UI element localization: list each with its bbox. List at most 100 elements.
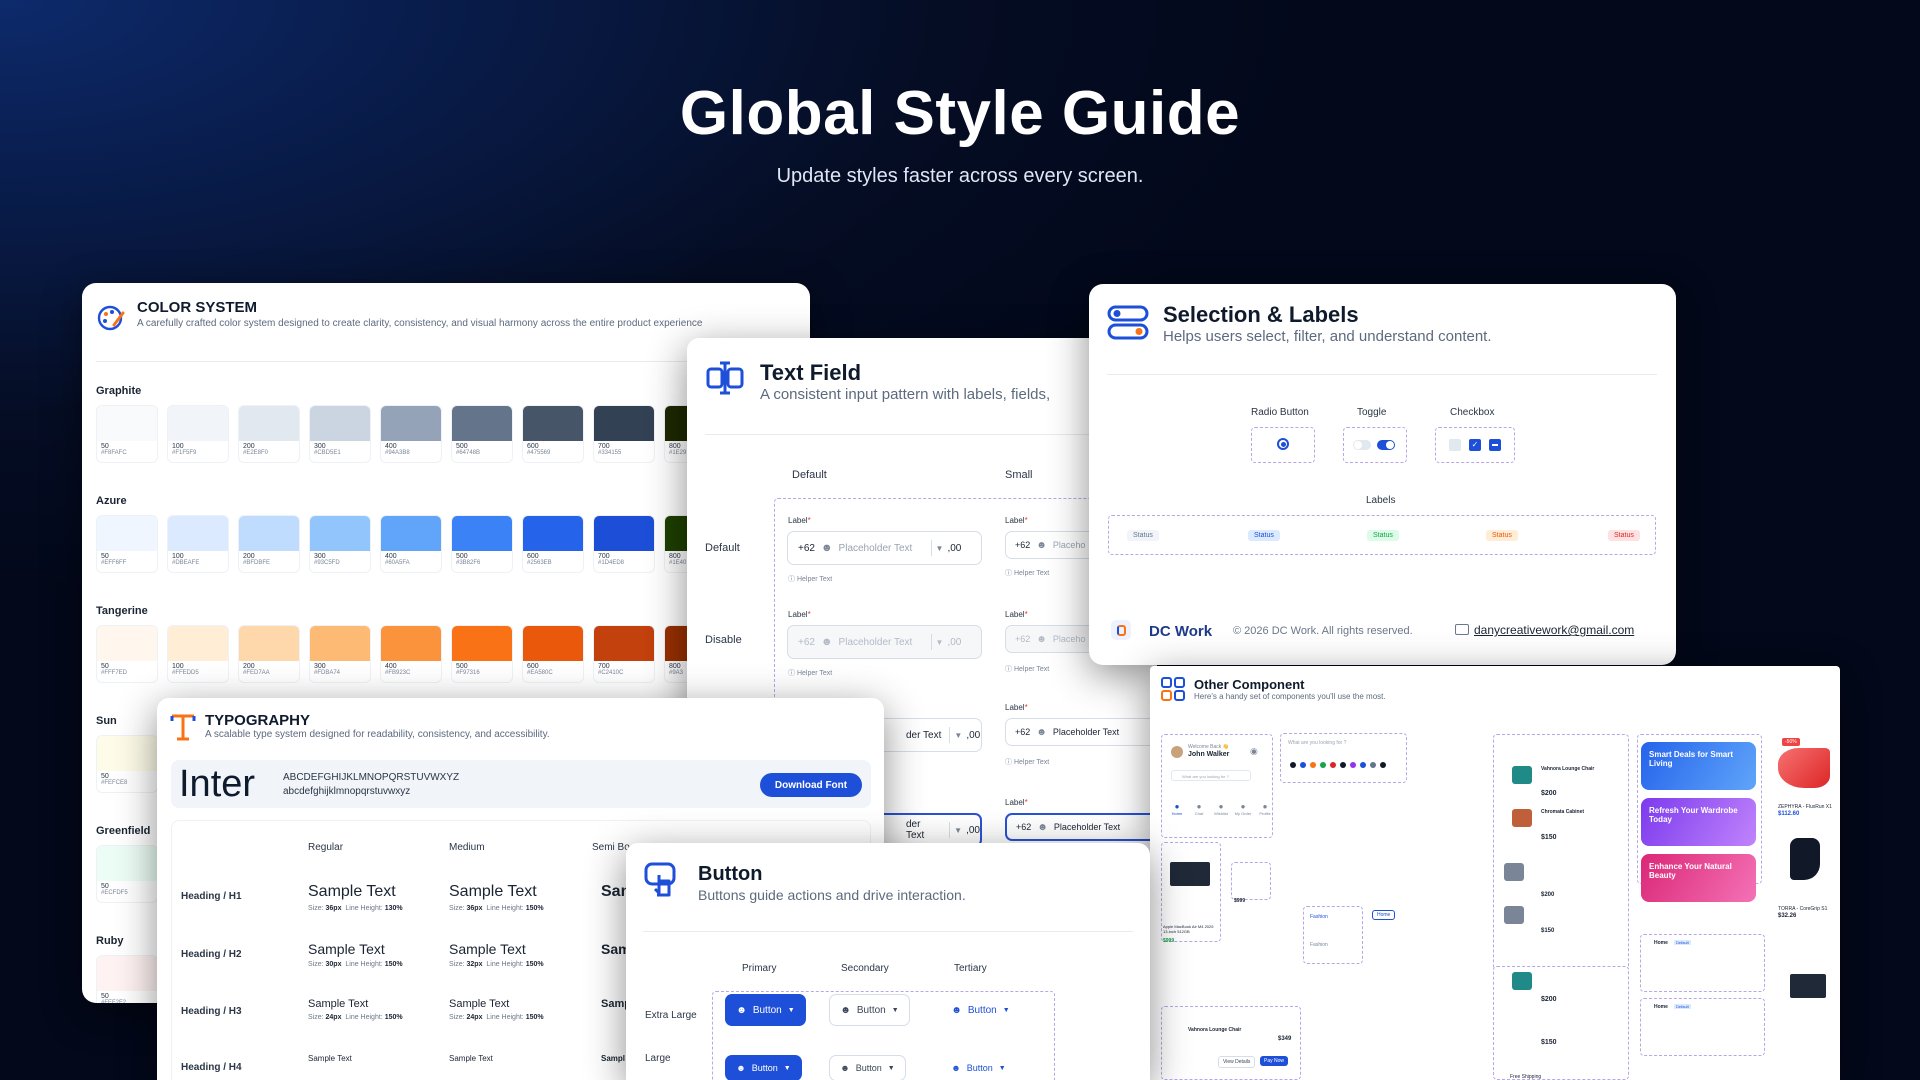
radio-button[interactable] — [1277, 438, 1289, 450]
color-swatch[interactable]: 50 #ECFDF5 — [96, 845, 158, 903]
col-default-header: Default — [792, 469, 827, 481]
download-font-button[interactable]: Download Font — [760, 773, 862, 797]
color-swatch[interactable]: 500 #3B82F6 — [451, 515, 513, 573]
color-swatch[interactable]: 100 #DBEAFE — [167, 515, 229, 573]
color-option[interactable] — [1360, 762, 1366, 768]
swatch-step: 200 — [243, 663, 255, 670]
text-field-title: Text Field — [760, 360, 862, 385]
color-swatch[interactable]: 500 #64748B — [451, 405, 513, 463]
nav-item[interactable]: ● Profile — [1255, 802, 1275, 816]
row-xl: Extra Large — [645, 1010, 697, 1021]
swatch-hex: #FED7AA — [243, 670, 270, 676]
checkbox-indeterminate[interactable] — [1489, 439, 1501, 451]
color-swatch[interactable]: 600 #EA580C — [522, 625, 584, 683]
category-fashion[interactable]: Fashion — [1310, 914, 1328, 920]
secondary-button-xl[interactable]: ☻ Button ▼ — [829, 994, 910, 1026]
input-value: Placeholder Text — [1053, 822, 1121, 832]
color-swatch[interactable]: 200 #BFDBFE — [238, 515, 300, 573]
color-swatch[interactable]: 50 #F8FAFC — [96, 405, 158, 463]
pay-now-button[interactable]: Pay Now — [1260, 1056, 1289, 1066]
promo-banner-beauty[interactable]: Enhance Your Natural Beauty — [1641, 854, 1756, 902]
color-swatch[interactable]: 300 #93C5FD — [309, 515, 371, 573]
color-option[interactable] — [1330, 762, 1336, 768]
color-swatch[interactable]: 500 #F97316 — [451, 625, 513, 683]
color-swatch[interactable]: 300 #CBD5E1 — [309, 405, 371, 463]
color-swatch[interactable]: 50 #FEF2F2 — [96, 955, 158, 1003]
swatch-hex: #334155 — [598, 450, 622, 456]
email-link[interactable]: danycreativework@gmail.com — [1474, 623, 1634, 637]
secondary-button-l[interactable]: ☻ Button ▼ — [829, 1055, 906, 1080]
color-swatch[interactable]: 50 #EFF6FF — [96, 515, 158, 573]
primary-button-l[interactable]: ☻ Button ▼ — [725, 1055, 802, 1080]
color-option[interactable] — [1380, 762, 1386, 768]
chevron-down-icon[interactable]: ▼ — [954, 731, 962, 740]
checkbox-empty[interactable] — [1449, 439, 1461, 451]
col-secondary: Secondary — [841, 963, 889, 974]
swatch-step: 50 — [101, 883, 109, 890]
promo-banner-fashion[interactable]: Refresh Your Wardrobe Today — [1641, 798, 1756, 846]
tertiary-button-l[interactable]: ☻ Button ▼ — [940, 1055, 1017, 1080]
color-swatch[interactable]: 400 #FB923C — [380, 625, 442, 683]
type-sample: Sample Text Size: 24px Line Height: 150% — [449, 998, 544, 1021]
nav-label: My Order — [1234, 811, 1252, 816]
toggle-off[interactable] — [1353, 440, 1371, 450]
type-meta: Size: 24px Line Height: 150% — [308, 1014, 403, 1021]
price-chip: $999 — [1234, 898, 1246, 904]
home-tab[interactable]: Home — [1372, 910, 1396, 920]
color-option[interactable] — [1300, 762, 1306, 768]
cart-price: $150 — [1541, 1039, 1557, 1046]
swatch-step: 50 — [101, 773, 109, 780]
color-option[interactable] — [1290, 762, 1296, 768]
color-swatch[interactable]: 100 #FFEDD5 — [167, 625, 229, 683]
checkbox-checked[interactable]: ✓ — [1469, 439, 1481, 451]
swatch-hex: #DBEAFE — [172, 560, 200, 566]
color-swatch[interactable]: 200 #FED7AA — [238, 625, 300, 683]
toggle-on[interactable] — [1377, 440, 1395, 450]
field-label: Label* — [788, 610, 811, 619]
color-swatch[interactable]: 200 #E2E8F0 — [238, 405, 300, 463]
search-input[interactable]: What are you looking for ? — [1171, 770, 1251, 781]
color-swatch[interactable]: 100 #F1F5F9 — [167, 405, 229, 463]
nav-item[interactable]: ● Wishlist — [1211, 802, 1231, 816]
swatch-hex: #FDBA74 — [314, 670, 341, 676]
category-fashion-2[interactable]: Fashion — [1310, 942, 1328, 948]
phone-input-small-filled[interactable]: +62 ☻ Placeholder Text — [1005, 718, 1157, 746]
color-swatch[interactable]: 400 #94A3B8 — [380, 405, 442, 463]
search-input-2[interactable]: What are you looking for ? — [1288, 740, 1398, 750]
color-swatch[interactable]: 50 #FEFCE8 — [96, 735, 158, 793]
color-swatch[interactable]: 700 #334155 — [593, 405, 655, 463]
button-label: Button — [855, 1063, 882, 1073]
view-details-button[interactable]: View Details — [1218, 1056, 1256, 1068]
palette-icon — [97, 305, 125, 331]
placeholder: Placeholder Text — [838, 636, 913, 648]
color-swatch[interactable]: 300 #FDBA74 — [309, 625, 371, 683]
phone-input-small-focused[interactable]: +62 ☻ Placeholder Text — [1005, 813, 1157, 841]
chevron-down-icon[interactable]: ▼ — [954, 826, 962, 835]
nav-item[interactable]: ● Home — [1167, 802, 1187, 816]
button-label: Button — [752, 1004, 782, 1016]
color-swatch[interactable]: 600 #475569 — [522, 405, 584, 463]
color-swatch[interactable]: 700 #C2410C — [593, 625, 655, 683]
tertiary-button-xl[interactable]: ☻ Button ▼ — [940, 994, 1021, 1026]
chevron-down-icon[interactable]: ▼ — [936, 544, 944, 553]
color-swatch[interactable]: 600 #2563EB — [522, 515, 584, 573]
user-icon: ☻ — [736, 1004, 747, 1016]
swatch-hex: #FEF2F2 — [101, 1000, 127, 1003]
color-option[interactable] — [1310, 762, 1316, 768]
chevron-down-icon: ▼ — [887, 1064, 895, 1072]
color-swatch[interactable]: 400 #60A5FA — [380, 515, 442, 573]
color-option[interactable] — [1320, 762, 1326, 768]
color-option[interactable] — [1350, 762, 1356, 768]
color-swatch[interactable]: 700 #1D4ED8 — [593, 515, 655, 573]
color-option[interactable] — [1340, 762, 1346, 768]
promo-banner-deals[interactable]: Smart Deals for Smart Living — [1641, 742, 1756, 790]
color-option[interactable] — [1370, 762, 1376, 768]
color-swatch[interactable]: 50 #FFF7ED — [96, 625, 158, 683]
primary-button-xl[interactable]: ☻ Button ▼ — [725, 994, 806, 1026]
nav-item[interactable]: ● My Order — [1233, 802, 1253, 816]
phone-input-default[interactable]: +62 ☻ Placeholder Text ▼ ,00 — [787, 531, 982, 565]
nav-item[interactable]: ● Chat — [1189, 802, 1209, 816]
sample-text: Sample Text — [449, 883, 537, 900]
swatch-hex: #FFEDD5 — [172, 670, 199, 676]
bell-icon[interactable]: ◉ — [1250, 746, 1258, 757]
